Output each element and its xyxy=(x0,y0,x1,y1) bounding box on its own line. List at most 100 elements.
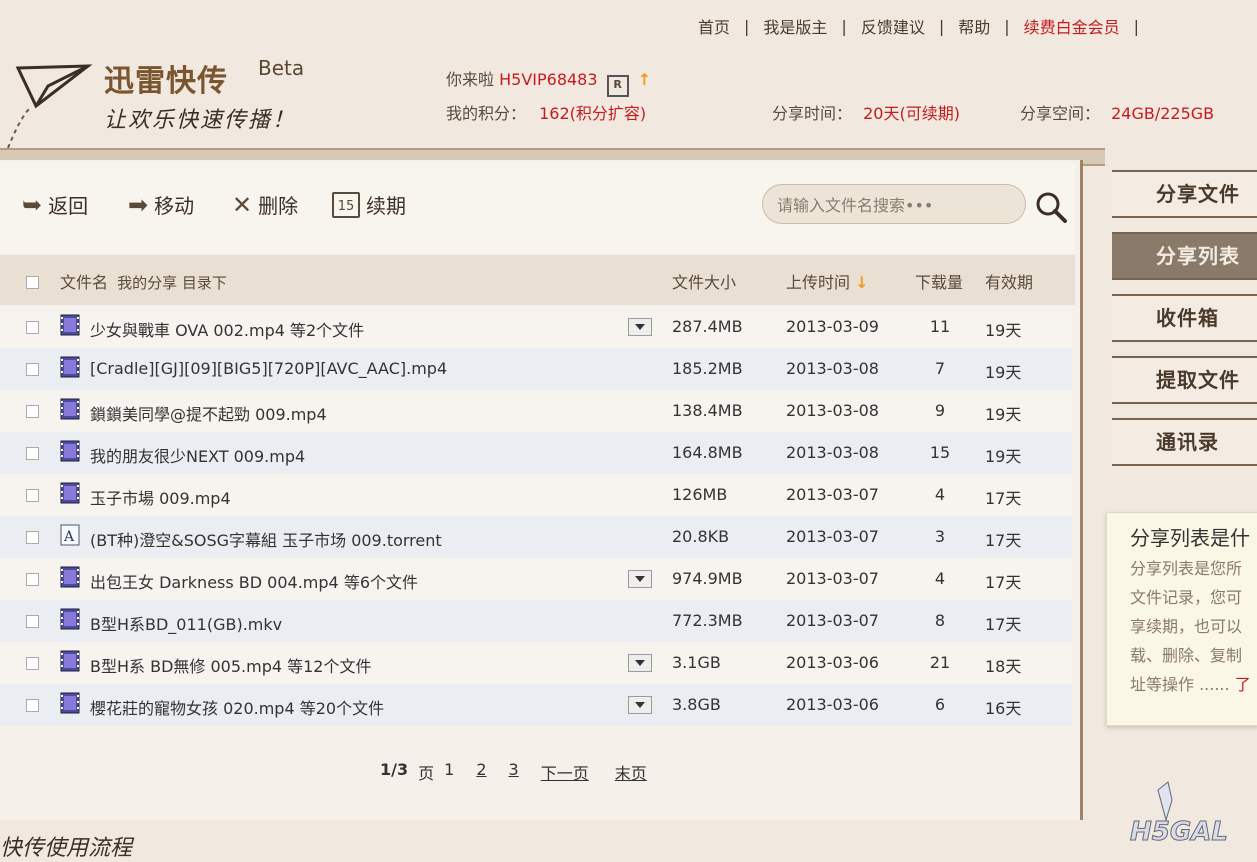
pager-total: /3 xyxy=(391,760,409,779)
download-count: 11 xyxy=(929,317,951,336)
file-size: 974.9MB xyxy=(672,569,743,588)
row-checkbox[interactable] xyxy=(26,699,39,712)
table-row[interactable]: B型H系 BD無修 005.mp4 等12个文件 3.1GB 2013-03-06 2… xyxy=(0,642,1072,684)
file-name-link[interactable]: 我的朋友很少NEXT 009.mp4 xyxy=(90,443,305,467)
top-nav-separator: | xyxy=(744,16,750,36)
chevron-down-icon xyxy=(635,324,645,330)
delete-label: 删除 xyxy=(258,194,299,218)
share-space-value: 24GB/225GB xyxy=(1111,104,1215,123)
expand-dropdown-button[interactable] xyxy=(628,654,652,672)
top-nav-item[interactable]: 我是版主 xyxy=(755,14,835,38)
row-checkbox[interactable] xyxy=(26,321,39,334)
pager-page-3[interactable]: 3 xyxy=(509,760,519,784)
header-validity[interactable]: 有效期 xyxy=(985,269,1033,293)
file-name-link[interactable]: 玉子市場 009.mp4 xyxy=(90,485,231,509)
file-name-link[interactable]: 櫻花莊的寵物女孩 020.mp4 等20个文件 xyxy=(90,695,384,719)
top-nav-separator: | xyxy=(1004,16,1010,36)
table-row[interactable]: 出包王女 Darkness BD 004.mp4 等6个文件 974.9MB 201… xyxy=(0,558,1072,600)
side-nav-item[interactable]: 分享列表 xyxy=(1112,232,1257,280)
share-time-value-link[interactable]: 20天(可续期) xyxy=(863,104,960,123)
upload-date: 2013-03-07 xyxy=(786,569,879,588)
file-size: 3.8GB xyxy=(672,695,721,714)
row-checkbox[interactable] xyxy=(26,405,39,418)
share-space-line: 分享空间： 24GB/225GB xyxy=(1020,100,1214,124)
row-checkbox[interactable] xyxy=(26,657,39,670)
file-name-link[interactable]: 出包王女 Darkness BD 004.mp4 等6个文件 xyxy=(90,569,418,593)
file-name-link[interactable]: B型H系BD_011(GB).mkv xyxy=(90,611,282,635)
file-name-link[interactable]: 鎖鎖美同學@提不起勁 009.mp4 xyxy=(90,401,327,425)
row-checkbox[interactable] xyxy=(26,615,39,628)
points-value-link[interactable]: 162(积分扩容) xyxy=(539,104,646,123)
expand-dropdown-button[interactable] xyxy=(628,318,652,336)
upload-date: 2013-03-09 xyxy=(786,317,879,336)
table-row[interactable]: 我的朋友很少NEXT 009.mp4 164.8MB 2013-03-08 15 19天 xyxy=(0,432,1072,474)
validity-days: 19天 xyxy=(985,447,1022,466)
table-row[interactable]: 少女與戰車 OVA 002.mp4 等2个文件 287.4MB 2013-03-09… xyxy=(0,306,1072,348)
upgrade-arrow-icon[interactable]: ↑ xyxy=(638,70,651,89)
table-row[interactable]: B型H系BD_011(GB).mkv 772.3MB 2013-03-07 8 17天 xyxy=(0,600,1072,642)
top-nav-item[interactable]: 首页 xyxy=(690,14,738,38)
search-input[interactable]: 请输入文件名搜索••• xyxy=(762,184,1026,224)
move-button[interactable]: ➡ 移动 xyxy=(128,190,194,219)
greeting-label: 你来啦 xyxy=(446,70,495,89)
header-downloads[interactable]: 下载量 xyxy=(915,269,963,293)
side-nav-item[interactable]: 提取文件 xyxy=(1112,356,1257,404)
row-checkbox[interactable] xyxy=(26,447,39,460)
renew-button[interactable]: 15 续期 xyxy=(332,190,406,219)
pager-page-word: 页 xyxy=(418,764,435,783)
expand-dropdown-button[interactable] xyxy=(628,696,652,714)
select-all-checkbox[interactable] xyxy=(26,276,39,289)
upload-date: 2013-03-08 xyxy=(786,401,879,420)
header-upload-label: 上传时间 xyxy=(786,273,851,292)
pager-page-2[interactable]: 2 xyxy=(476,760,486,784)
file-name-link[interactable]: B型H系 BD無修 005.mp4 等12个文件 xyxy=(90,653,371,677)
watermark-text: H5GAL xyxy=(1130,817,1228,847)
table-row[interactable]: A (BT种)澄空&SOSG字幕組 玉子市场 009.torrent 20.8KB 2… xyxy=(0,516,1072,558)
table-row[interactable]: [Cradle][GJ][09][BIG5][720P][AVC_AAC].mp… xyxy=(0,348,1072,390)
search-icon[interactable] xyxy=(1034,190,1068,224)
pager-last[interactable]: 末页 xyxy=(615,760,647,784)
help-body: 分享列表是您所 文件记录，您可 享续期，也可以 载、删除、复制 址等操作 ...… xyxy=(1130,554,1257,694)
share-time-line: 分享时间： 20天(可续期) xyxy=(772,100,960,124)
back-button[interactable]: ➥ 返回 xyxy=(22,190,88,219)
help-line: 址等操作 ...... xyxy=(1130,675,1230,694)
top-nav-item[interactable]: 帮助 xyxy=(950,14,998,38)
table-row[interactable]: 鎖鎖美同學@提不起勁 009.mp4 138.4MB 2013-03-08 9 19天 xyxy=(0,390,1072,432)
download-count: 3 xyxy=(934,527,946,546)
expand-dropdown-button[interactable] xyxy=(628,570,652,588)
header-path: 我的分享 目录下 xyxy=(117,274,227,292)
side-nav-item[interactable]: 分享文件 xyxy=(1112,170,1257,218)
row-checkbox[interactable] xyxy=(26,531,39,544)
top-nav-item[interactable]: 反馈建议 xyxy=(853,14,933,38)
file-name-link[interactable]: (BT种)澄空&SOSG字幕組 玉子市场 009.torrent xyxy=(90,527,442,551)
validity-days: 16天 xyxy=(985,699,1022,718)
chevron-down-icon xyxy=(635,576,645,582)
table-row[interactable]: 櫻花莊的寵物女孩 020.mp4 等20个文件 3.8GB 2013-03-06 6 1… xyxy=(0,684,1072,726)
side-nav-item[interactable]: 收件箱 xyxy=(1112,294,1257,342)
header-upload-time[interactable]: 上传时间 ↓ xyxy=(786,269,869,293)
download-count: 6 xyxy=(934,695,946,714)
top-nav-vip-link[interactable]: 续费白金会员 xyxy=(1016,14,1128,38)
validity-days: 17天 xyxy=(985,573,1022,592)
side-nav-item[interactable]: 通讯录 xyxy=(1112,418,1257,466)
file-name-link[interactable]: [Cradle][GJ][09][BIG5][720P][AVC_AAC].mp… xyxy=(90,359,447,378)
row-checkbox[interactable] xyxy=(26,363,39,376)
delete-button[interactable]: ✕ 删除 xyxy=(232,190,298,219)
row-checkbox[interactable] xyxy=(26,573,39,586)
header-filename: 文件名 我的分享 目录下 xyxy=(60,269,227,293)
file-size: 164.8MB xyxy=(672,443,743,462)
row-checkbox[interactable] xyxy=(26,489,39,502)
header-size[interactable]: 文件大小 xyxy=(672,269,736,293)
pager-next[interactable]: 下一页 xyxy=(541,760,589,784)
help-line: 享续期，也可以 xyxy=(1130,617,1243,636)
upload-date: 2013-03-08 xyxy=(786,443,879,462)
back-arrow-icon: ➥ xyxy=(22,190,43,219)
mascot-watermark-icon: H5GAL xyxy=(1130,781,1228,848)
help-more-link[interactable]: 了 xyxy=(1235,675,1251,694)
table-row[interactable]: 玉子市場 009.mp4 126MB 2013-03-07 4 17天 xyxy=(0,474,1072,516)
calendar-icon: 15 xyxy=(332,191,360,218)
file-size: 287.4MB xyxy=(672,317,743,336)
username-link[interactable]: H5VIP68483 xyxy=(499,70,597,89)
file-name-link[interactable]: 少女與戰車 OVA 002.mp4 等2个文件 xyxy=(90,317,364,341)
top-nav-separator: | xyxy=(841,16,847,36)
